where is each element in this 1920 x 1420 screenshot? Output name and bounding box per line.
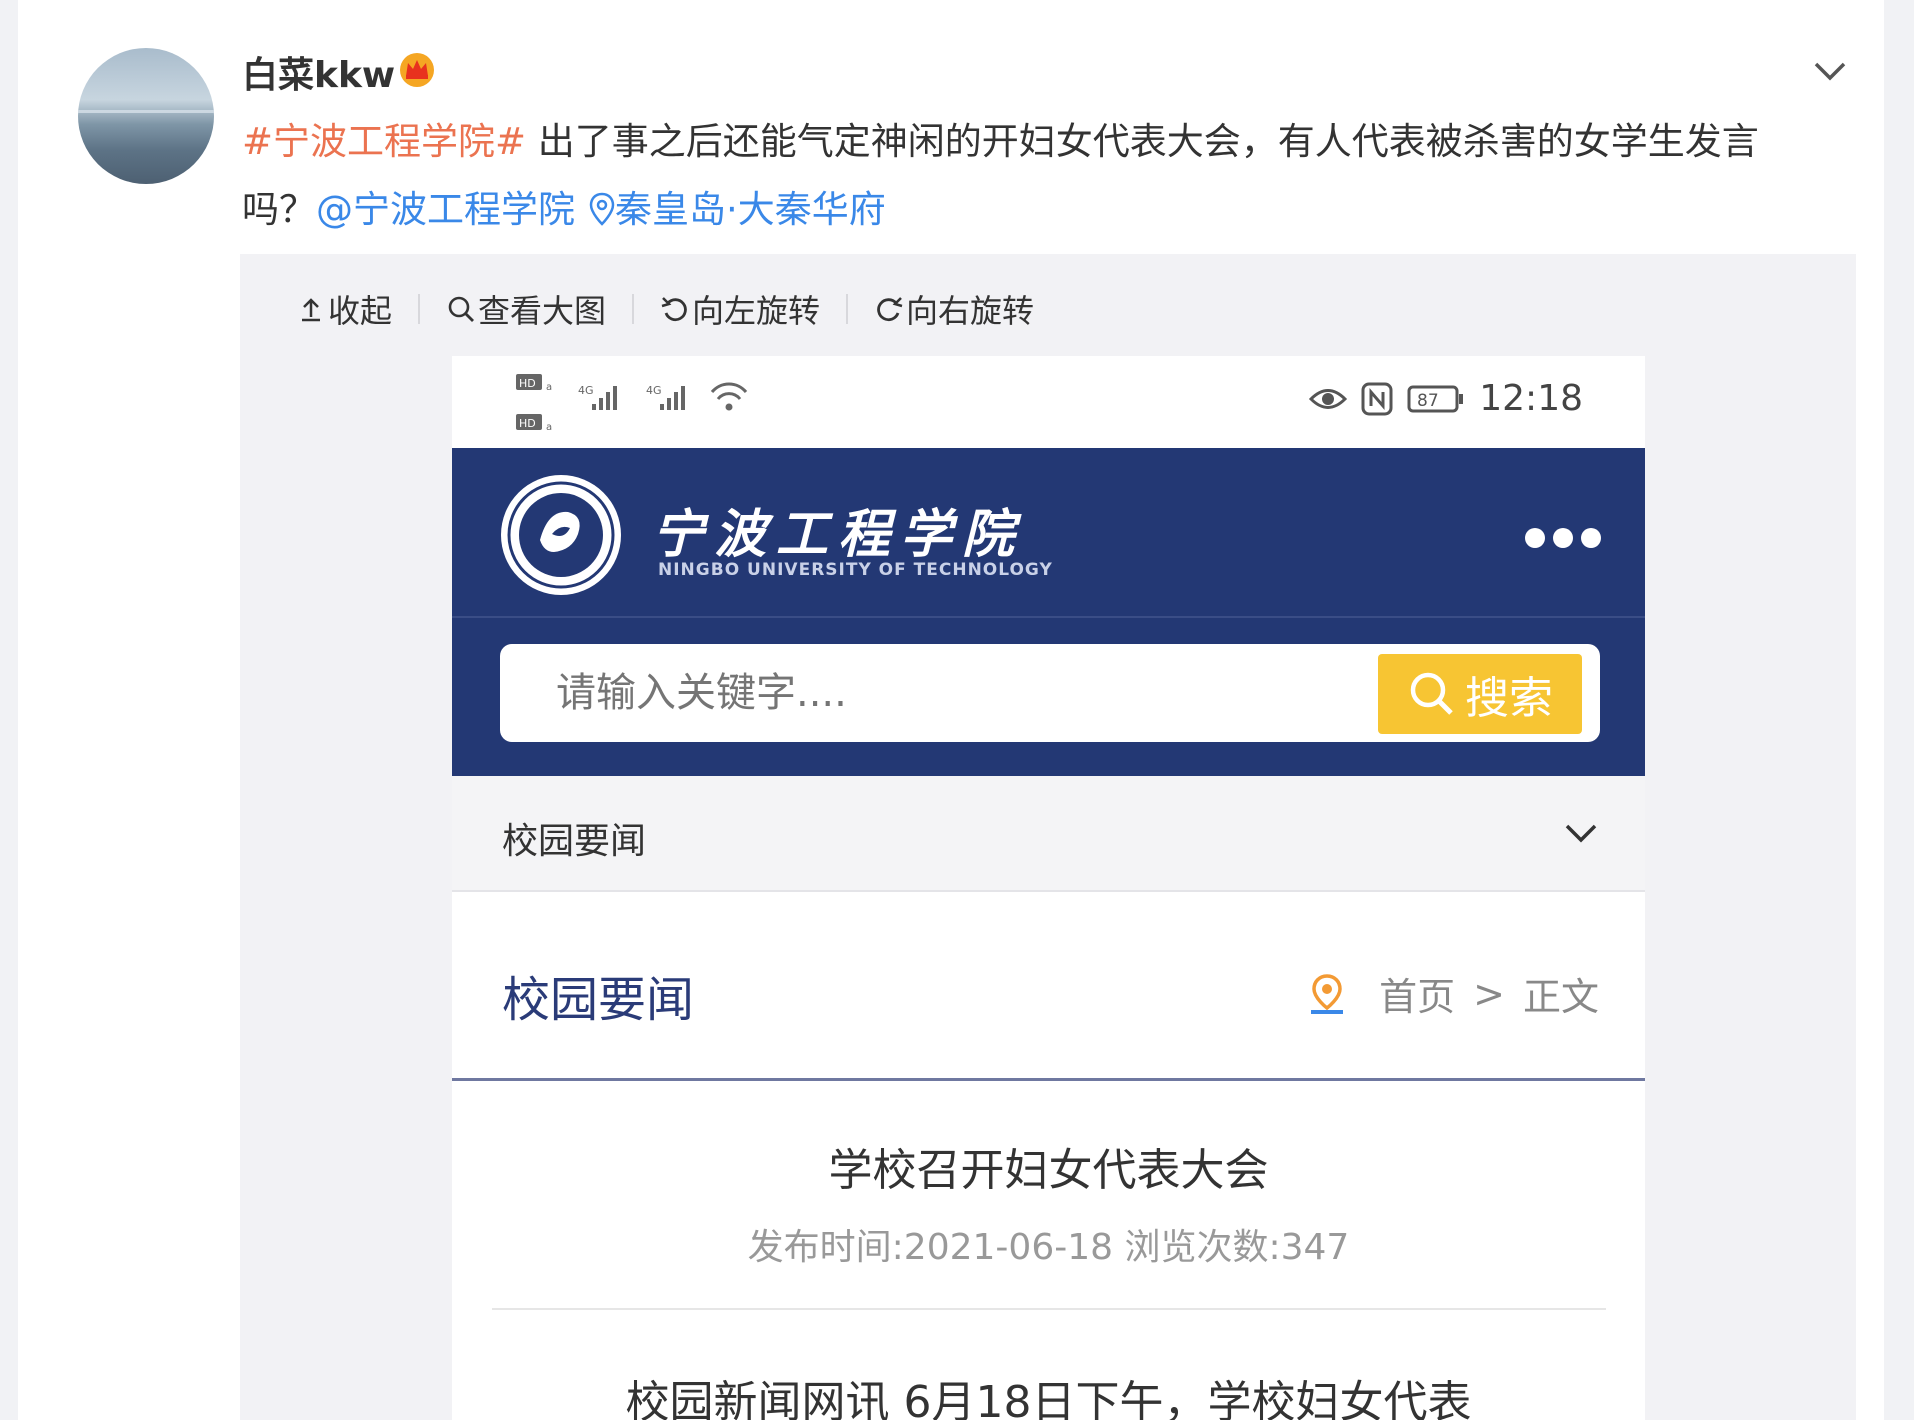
article-divider	[492, 1308, 1606, 1310]
location-link[interactable]: 秦皇岛·大秦华府	[615, 188, 886, 231]
rotate-left-label: 向左旋转	[692, 292, 821, 330]
article-title: 学校召开妇女代表大会	[828, 1145, 1269, 1196]
location-pin-icon	[589, 192, 615, 226]
weibo-post-card: 白菜kkw #宁波工程学院# 出了事之后还能气定神闲的开妇女代表大会，有人代表被…	[18, 0, 1884, 1420]
collapse-button[interactable]: 收起	[296, 286, 392, 332]
rotate-right-label: 向右旋转	[906, 292, 1035, 330]
search-input[interactable]	[556, 670, 1356, 716]
svg-text:4G: 4G	[646, 384, 662, 397]
phone-screenshot[interactable]: HD HD a a 4G 4G 87 12:18 宁波工程学院 NINGBO U…	[452, 356, 1645, 1420]
phone-status-bar: HD HD a a 4G 4G 87 12:18	[452, 356, 1645, 448]
status-time: 12:18	[1479, 378, 1583, 419]
svg-text:a: a	[546, 382, 552, 393]
page-margin	[1884, 0, 1920, 1420]
svg-text:a: a	[546, 422, 552, 433]
rotate-left-button[interactable]: 向左旋转	[660, 286, 820, 332]
search-button[interactable]: 搜索	[1378, 654, 1582, 734]
site-header: 宁波工程学院 NINGBO UNIVERSITY OF TECHNOLOGY 搜…	[452, 448, 1645, 776]
svg-text:87: 87	[1417, 391, 1439, 411]
signal-icon: HD HD a a 4G 4G	[516, 374, 748, 433]
breadcrumb: 首页 > 正文	[1305, 966, 1599, 1021]
toolbar-divider	[418, 294, 421, 324]
search-button-label: 搜索	[1465, 673, 1553, 724]
crown-icon	[400, 53, 434, 87]
toolbar-divider	[632, 294, 635, 324]
hashtag-link[interactable]: #宁波工程学院#	[242, 120, 526, 163]
eye-icon	[1309, 388, 1348, 409]
svg-text:HD: HD	[519, 417, 536, 430]
view-large-button[interactable]: 查看大图	[446, 286, 606, 332]
view-large-label: 查看大图	[478, 292, 607, 330]
chevron-down-icon	[1565, 824, 1597, 843]
rotate-right-button[interactable]: 向右旋转	[874, 286, 1034, 332]
rotate-right-icon	[877, 297, 903, 322]
nfc-icon	[1361, 382, 1393, 415]
school-logo[interactable]	[498, 472, 624, 598]
chevron-down-icon[interactable]	[1810, 56, 1850, 86]
svg-text:HD: HD	[519, 377, 536, 390]
mention-link[interactable]: @宁波工程学院	[316, 188, 575, 231]
breadcrumb-home[interactable]: 首页	[1379, 966, 1455, 1021]
school-name-en: NINGBO UNIVERSITY OF TECHNOLOGY	[658, 560, 1053, 580]
zoom-icon	[448, 296, 475, 322]
breadcrumb-separator: >	[1473, 971, 1505, 1016]
category-dropdown[interactable]: 校园要闻	[452, 776, 1645, 892]
search-box: 搜索	[500, 644, 1600, 742]
toolbar-divider	[846, 294, 849, 324]
header-divider	[452, 616, 1645, 618]
user-avatar[interactable]	[78, 48, 214, 184]
more-dots-icon[interactable]	[1525, 528, 1601, 548]
article-meta: 发布时间:2021-06-18 浏览次数:347	[747, 1227, 1350, 1268]
image-toolbar: 收起 查看大图 向左旋转 向右旋转	[296, 284, 1034, 334]
article-body: 校园新闻网讯 6月18日下午，学校妇女代表	[625, 1377, 1472, 1420]
username[interactable]: 白菜kkw	[242, 46, 395, 98]
map-pin-icon	[1311, 973, 1344, 1014]
rotate-left-icon	[661, 297, 687, 322]
media-viewer: 收起 查看大图 向左旋转 向右旋转 HD HD a a 4G 4G 87 12:…	[240, 254, 1856, 1420]
school-name-cn: 宁波工程学院	[652, 504, 1025, 565]
search-icon	[1410, 672, 1453, 715]
collapse-icon	[302, 298, 320, 322]
status-right-cluster: 87 12:18	[1309, 378, 1583, 419]
wifi-icon	[710, 382, 748, 411]
category-label: 校园要闻	[502, 821, 647, 862]
svg-text:4G: 4G	[578, 384, 594, 397]
post-text: #宁波工程学院# 出了事之后还能气定神闲的开妇女代表大会，有人代表被杀害的女学生…	[242, 108, 1802, 244]
section-title: 校园要闻	[502, 972, 695, 1028]
battery-icon: 87	[1407, 385, 1464, 412]
section-header: 校园要闻 首页 > 正文	[452, 892, 1645, 1081]
breadcrumb-current: 正文	[1522, 975, 1599, 1019]
collapse-label: 收起	[328, 292, 393, 330]
